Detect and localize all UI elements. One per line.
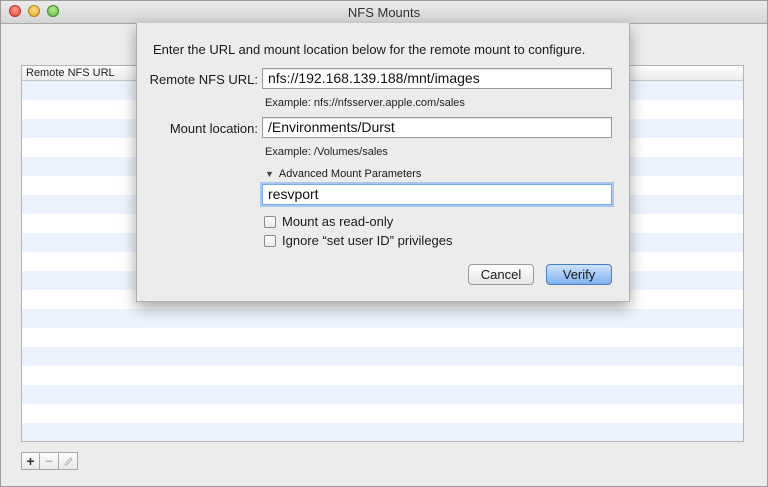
mount-location-field[interactable]: /Environments/Durst bbox=[262, 117, 612, 138]
ignore-setuid-checkbox-box[interactable] bbox=[264, 234, 276, 247]
mount-location-label: Mount location: bbox=[169, 121, 258, 136]
add-mount-button[interactable]: + bbox=[21, 452, 40, 470]
advanced-mount-parameters-disclosure[interactable]: ▼ Advanced Mount Parameters bbox=[265, 168, 421, 180]
disclosure-triangle-down-icon[interactable]: ▼ bbox=[265, 169, 274, 179]
read-only-checkbox-box[interactable] bbox=[264, 215, 276, 228]
pencil-icon bbox=[63, 456, 73, 466]
remove-mount-button[interactable]: − bbox=[40, 452, 59, 470]
edit-mount-button[interactable] bbox=[59, 452, 78, 470]
table-row bbox=[22, 385, 743, 404]
remote-nfs-url-example: Example: nfs://nfsserver.apple.com/sales bbox=[265, 97, 465, 109]
table-row bbox=[22, 404, 743, 423]
table-row bbox=[22, 423, 743, 441]
mount-config-sheet: Enter the URL and mount location below f… bbox=[136, 23, 630, 302]
remote-nfs-url-label: Remote NFS URL: bbox=[149, 72, 258, 87]
window-title: NFS Mounts bbox=[347, 5, 421, 20]
mount-read-only-checkbox[interactable]: Mount as read-only bbox=[264, 214, 393, 229]
advanced-parameters-field[interactable]: resvport bbox=[262, 184, 612, 205]
ignore-setuid-label: Ignore “set user ID” privileges bbox=[282, 233, 453, 248]
nfs-mounts-window: NFS Mounts Remote NFS URL + − Enter the … bbox=[0, 0, 768, 487]
mount-location-example: Example: /Volumes/sales bbox=[265, 146, 388, 158]
ignore-setuid-checkbox[interactable]: Ignore “set user ID” privileges bbox=[264, 233, 453, 248]
advanced-mount-parameters-label: Advanced Mount Parameters bbox=[278, 168, 422, 180]
table-row bbox=[22, 347, 743, 366]
table-edit-buttons: + − bbox=[21, 452, 78, 471]
sheet-prompt: Enter the URL and mount location below f… bbox=[153, 42, 586, 57]
cancel-button[interactable]: Cancel bbox=[468, 264, 534, 285]
read-only-label: Mount as read-only bbox=[282, 214, 394, 229]
table-row bbox=[22, 309, 743, 328]
table-row bbox=[22, 328, 743, 347]
remote-nfs-url-field[interactable]: nfs://192.168.139.188/mnt/images bbox=[262, 68, 612, 89]
verify-button[interactable]: Verify bbox=[546, 264, 612, 285]
title-bar: NFS Mounts bbox=[1, 1, 767, 24]
table-row bbox=[22, 366, 743, 385]
